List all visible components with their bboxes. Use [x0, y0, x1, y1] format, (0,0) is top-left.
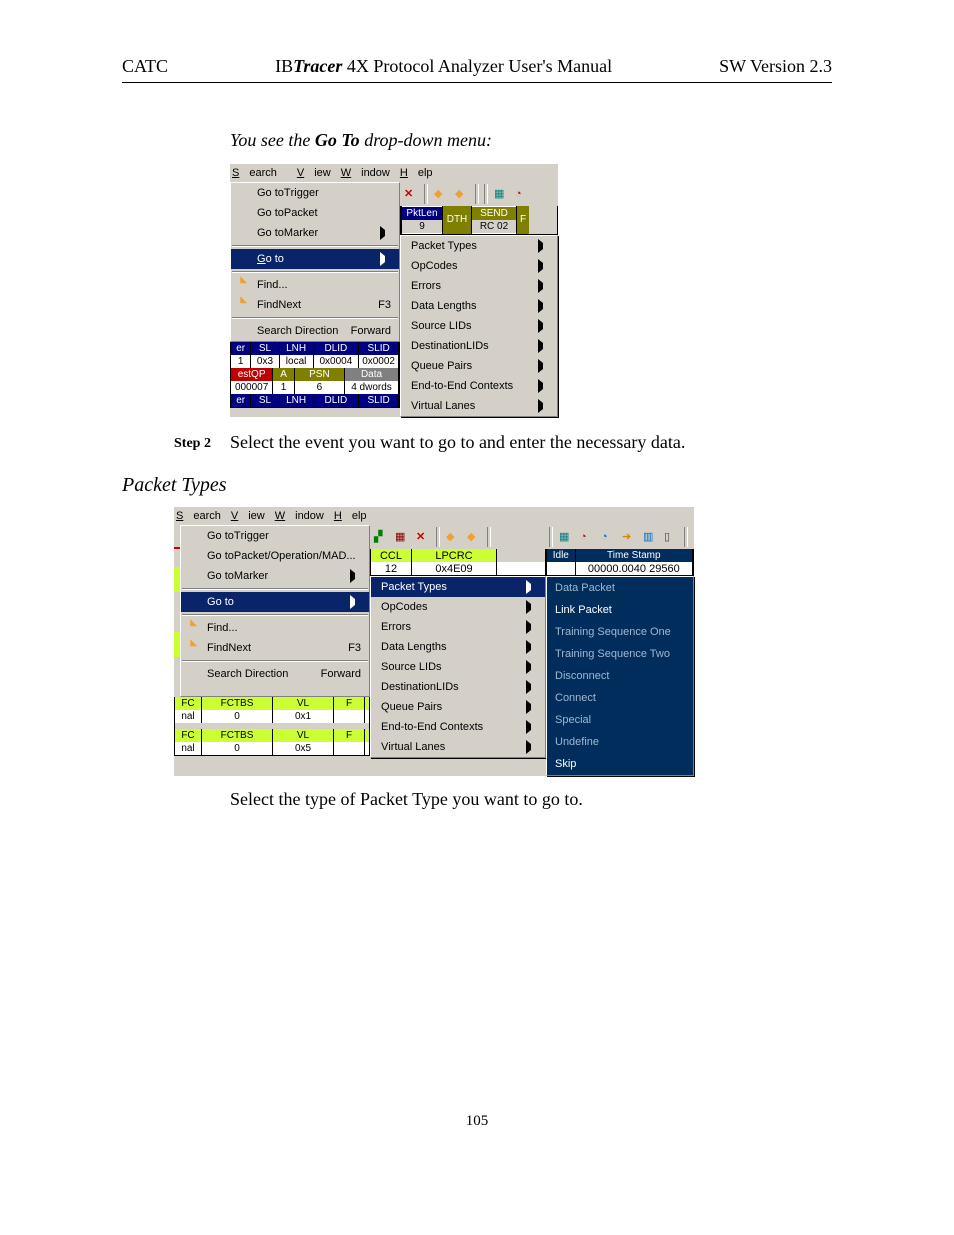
- find-icon[interactable]: ◆: [444, 528, 462, 546]
- find-item[interactable]: Find...: [231, 275, 399, 295]
- t-special[interactable]: Special: [547, 709, 693, 731]
- find-next-icon[interactable]: ◆: [465, 528, 483, 546]
- search-direction-item[interactable]: Search DirectionForward: [181, 664, 369, 684]
- find-next-icon[interactable]: ◆: [453, 185, 471, 203]
- find-next-icon: [235, 298, 249, 312]
- select-instruction: Select the type of Packet Type you want …: [230, 788, 832, 811]
- packet-header-1: PktLen 9 DTH SEND RC 02 F: [400, 206, 558, 235]
- goto-submenu: Packet Types OpCodes Errors Data Lengths…: [400, 235, 558, 417]
- header-right: SW Version 2.3: [719, 55, 832, 78]
- header-left: CATC: [122, 55, 168, 78]
- menu-separator: [232, 271, 398, 273]
- intro-text: You see the Go To drop-down menu:: [230, 129, 832, 152]
- menu-separator: [232, 317, 398, 319]
- menu-help[interactable]: Help: [334, 509, 367, 523]
- search-direction-item[interactable]: Search DirectionForward: [231, 321, 399, 341]
- menu-window[interactable]: Window: [341, 166, 390, 180]
- sub-errors[interactable]: Errors: [371, 617, 545, 637]
- sub-destination-lids[interactable]: Destination LIDs: [371, 677, 545, 697]
- search-menu-panel: Go to Trigger Go to Packet Go to Marker …: [230, 182, 400, 342]
- search-menu-panel-2: Go to Trigger Go to Packet/Operation/MAD…: [180, 525, 370, 697]
- report-icon[interactable]: ▦: [492, 185, 510, 203]
- go-to-trigger-item[interactable]: Go to Trigger: [181, 526, 369, 546]
- packet-types-tertiary: Data Packet Link Packet Training Sequenc…: [546, 576, 694, 776]
- t-disconnect[interactable]: Disconnect: [547, 665, 693, 687]
- go-to-packet-item[interactable]: Go to Packet: [231, 203, 399, 223]
- x-icon[interactable]: ✕: [402, 185, 420, 203]
- screenshot-goto-menu: Search View Window Help Go to Trigger Go…: [230, 164, 558, 417]
- go-to-pom-item[interactable]: Go to Packet/Operation/MAD...: [181, 546, 369, 566]
- toolbar-1: ✕ ◆ ◆ ▦ ◔: [400, 182, 558, 206]
- sub-virtual-lanes[interactable]: Virtual Lanes: [371, 737, 545, 757]
- point-icon[interactable]: ➔: [620, 528, 638, 546]
- doc-icon[interactable]: ▯: [662, 528, 680, 546]
- menu-search[interactable]: Search: [232, 166, 287, 180]
- bar-icon[interactable]: ▥: [641, 528, 659, 546]
- page-header: CATC IBTracer 4X Protocol Analyzer User'…: [122, 55, 832, 83]
- menubar-2: Search View Window Help: [174, 507, 370, 525]
- report-icon[interactable]: ▦: [557, 528, 575, 546]
- find-next-item[interactable]: Find NextF3: [231, 295, 399, 315]
- menu-view[interactable]: View: [297, 166, 331, 180]
- go-to-marker-item[interactable]: Go to Marker: [231, 223, 399, 243]
- t-tso[interactable]: Training Sequence One: [547, 621, 693, 643]
- t-undefine[interactable]: Undefine: [547, 731, 693, 753]
- packet-grid-1: er SL LNH DLID SLID 1 0x3 local 0x0004 0…: [230, 342, 400, 408]
- find-next-icon: [185, 641, 199, 655]
- screenshot-packet-types: Search View Window Help: [174, 507, 694, 776]
- menu-window[interactable]: Window: [275, 509, 324, 523]
- sub-opcodes[interactable]: OpCodes: [401, 256, 557, 276]
- clock-icon[interactable]: ◔: [513, 185, 531, 203]
- sub-queue-pairs[interactable]: Queue Pairs: [401, 356, 557, 376]
- sub-errors[interactable]: Errors: [401, 276, 557, 296]
- page-number: 105: [122, 1112, 832, 1132]
- find-icon: [235, 278, 249, 292]
- section-packet-types: Packet Types: [122, 472, 832, 498]
- sub-packet-types[interactable]: Packet Types: [401, 236, 557, 256]
- menubar: Search View Window Help: [230, 164, 400, 182]
- sub-packet-types[interactable]: Packet Types: [371, 577, 545, 597]
- t-skip[interactable]: Skip: [547, 753, 693, 775]
- sub-virtual-lanes[interactable]: Virtual Lanes: [401, 396, 557, 416]
- go-to-item[interactable]: Go to: [181, 592, 369, 612]
- sub-queue-pairs[interactable]: Queue Pairs: [371, 697, 545, 717]
- goto-submenu-2: Packet Types OpCodes Errors Data Lengths…: [370, 576, 546, 758]
- header-strip-3: Idle Time Stamp 00000.0040 29560: [546, 549, 694, 576]
- sub-source-lids[interactable]: Source LIDs: [401, 316, 557, 336]
- toolbar-2-right: ▦ ◔ ◔ ➔ ▥ ▯: [546, 525, 694, 549]
- step-2: Step 2 Select the event you want to go t…: [174, 431, 832, 454]
- sub-destination-lids[interactable]: Destination LIDs: [401, 336, 557, 356]
- grid-icon[interactable]: ▦: [393, 528, 411, 546]
- menu-separator: [232, 245, 398, 247]
- x-icon[interactable]: ✕: [414, 528, 432, 546]
- go-to-marker-item[interactable]: Go to Marker: [181, 566, 369, 586]
- go-to-trigger-item[interactable]: Go to Trigger: [231, 183, 399, 203]
- clock-blue-icon[interactable]: ◔: [599, 528, 617, 546]
- sub-opcodes[interactable]: OpCodes: [371, 597, 545, 617]
- sub-end-to-end[interactable]: End-to-End Contexts: [401, 376, 557, 396]
- t-data-packet[interactable]: Data Packet: [547, 577, 693, 599]
- packet-grid-2: FC FCTBS VL F nal 0 0x1 FC FCTBS: [174, 697, 370, 756]
- menu-search[interactable]: Search: [176, 509, 221, 523]
- sub-end-to-end[interactable]: End-to-End Contexts: [371, 717, 545, 737]
- t-tst[interactable]: Training Sequence Two: [547, 643, 693, 665]
- menu-view[interactable]: View: [231, 509, 265, 523]
- header-center: IBTracer 4X Protocol Analyzer User's Man…: [275, 55, 612, 78]
- toolbar-2: ▞ ▦ ✕ ◆ ◆: [370, 525, 546, 549]
- header-strip-2: CCL LPCRC 12 0x4E09: [370, 549, 546, 576]
- find-icon: [185, 621, 199, 635]
- find-item[interactable]: Find...: [181, 618, 369, 638]
- sub-data-lengths[interactable]: Data Lengths: [371, 637, 545, 657]
- find-next-item[interactable]: Find NextF3: [181, 638, 369, 658]
- sub-source-lids[interactable]: Source LIDs: [371, 657, 545, 677]
- t-connect[interactable]: Connect: [547, 687, 693, 709]
- sub-data-lengths[interactable]: Data Lengths: [401, 296, 557, 316]
- go-to-item[interactable]: Go to: [231, 249, 399, 269]
- t-link-packet[interactable]: Link Packet: [547, 599, 693, 621]
- view-icon[interactable]: ▞: [372, 528, 390, 546]
- clock-red-icon[interactable]: ◔: [578, 528, 596, 546]
- find-icon[interactable]: ◆: [432, 185, 450, 203]
